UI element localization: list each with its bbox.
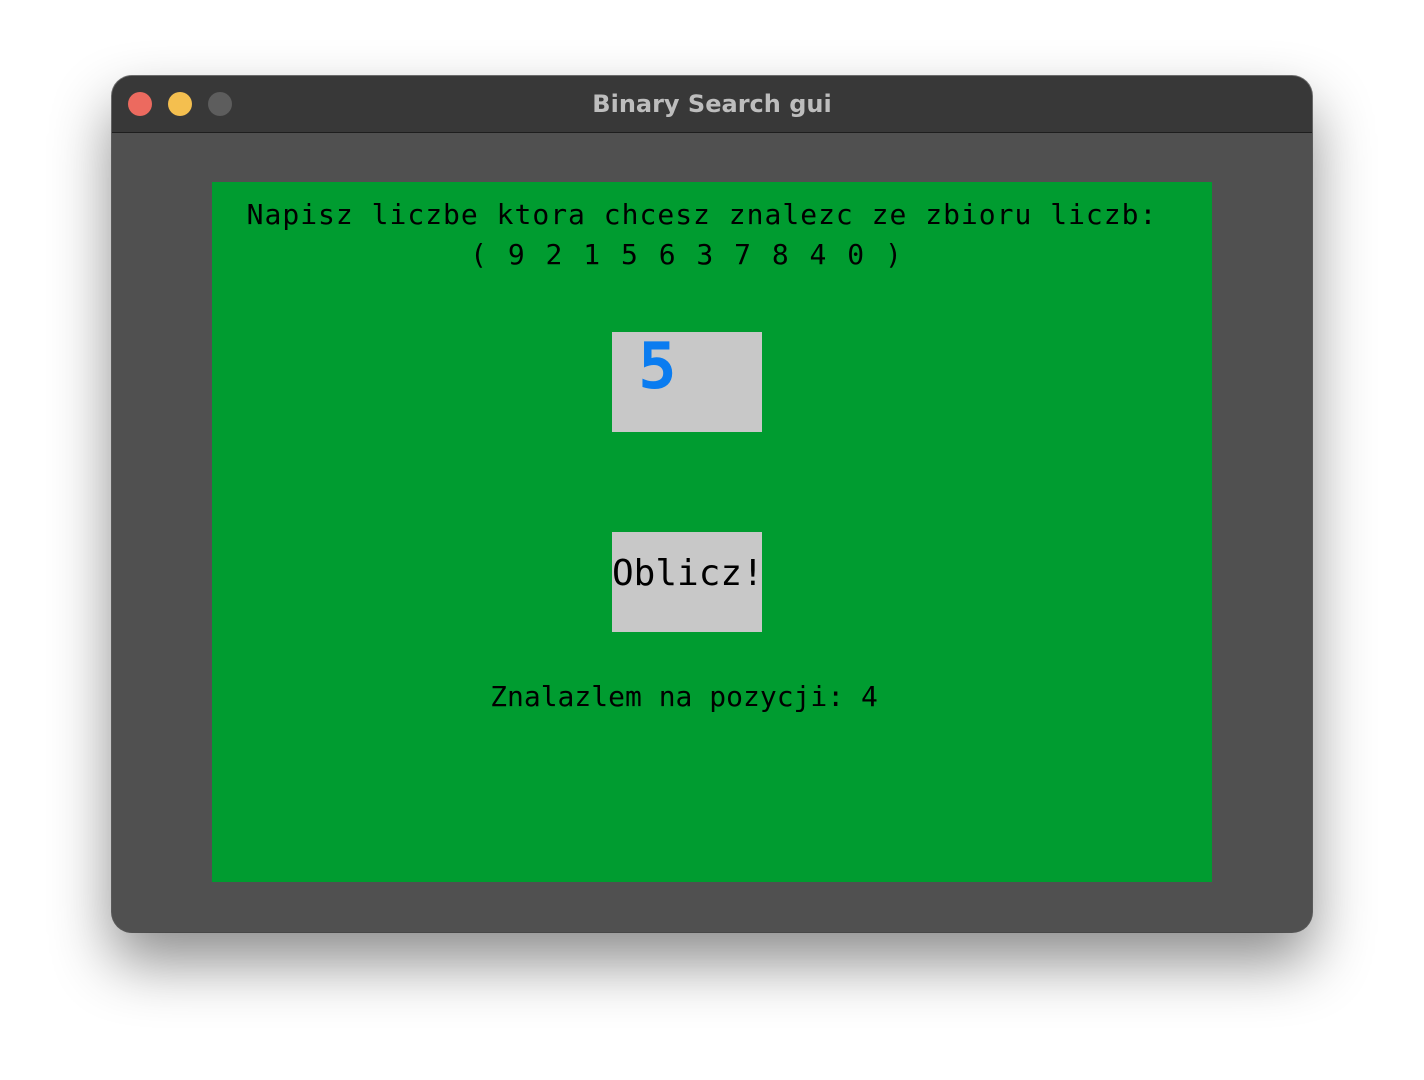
prompt-label: Napisz liczbe ktora chcesz znalezc ze zb… — [246, 198, 1158, 231]
result-label: Znalazlem na pozycji: 4 — [490, 680, 878, 713]
title-bar[interactable]: Binary Search gui — [112, 76, 1312, 133]
number-input[interactable]: 5 — [612, 332, 762, 432]
calculate-button[interactable]: Oblicz! — [612, 532, 764, 632]
app-canvas: Napisz liczbe ktora chcesz znalezc ze zb… — [212, 182, 1212, 882]
number-set-label: ( 9 2 1 5 6 3 7 8 4 0 ) — [470, 238, 904, 271]
window-title: Binary Search gui — [592, 90, 832, 118]
app-window: Binary Search gui Napisz liczbe ktora ch… — [112, 76, 1312, 932]
